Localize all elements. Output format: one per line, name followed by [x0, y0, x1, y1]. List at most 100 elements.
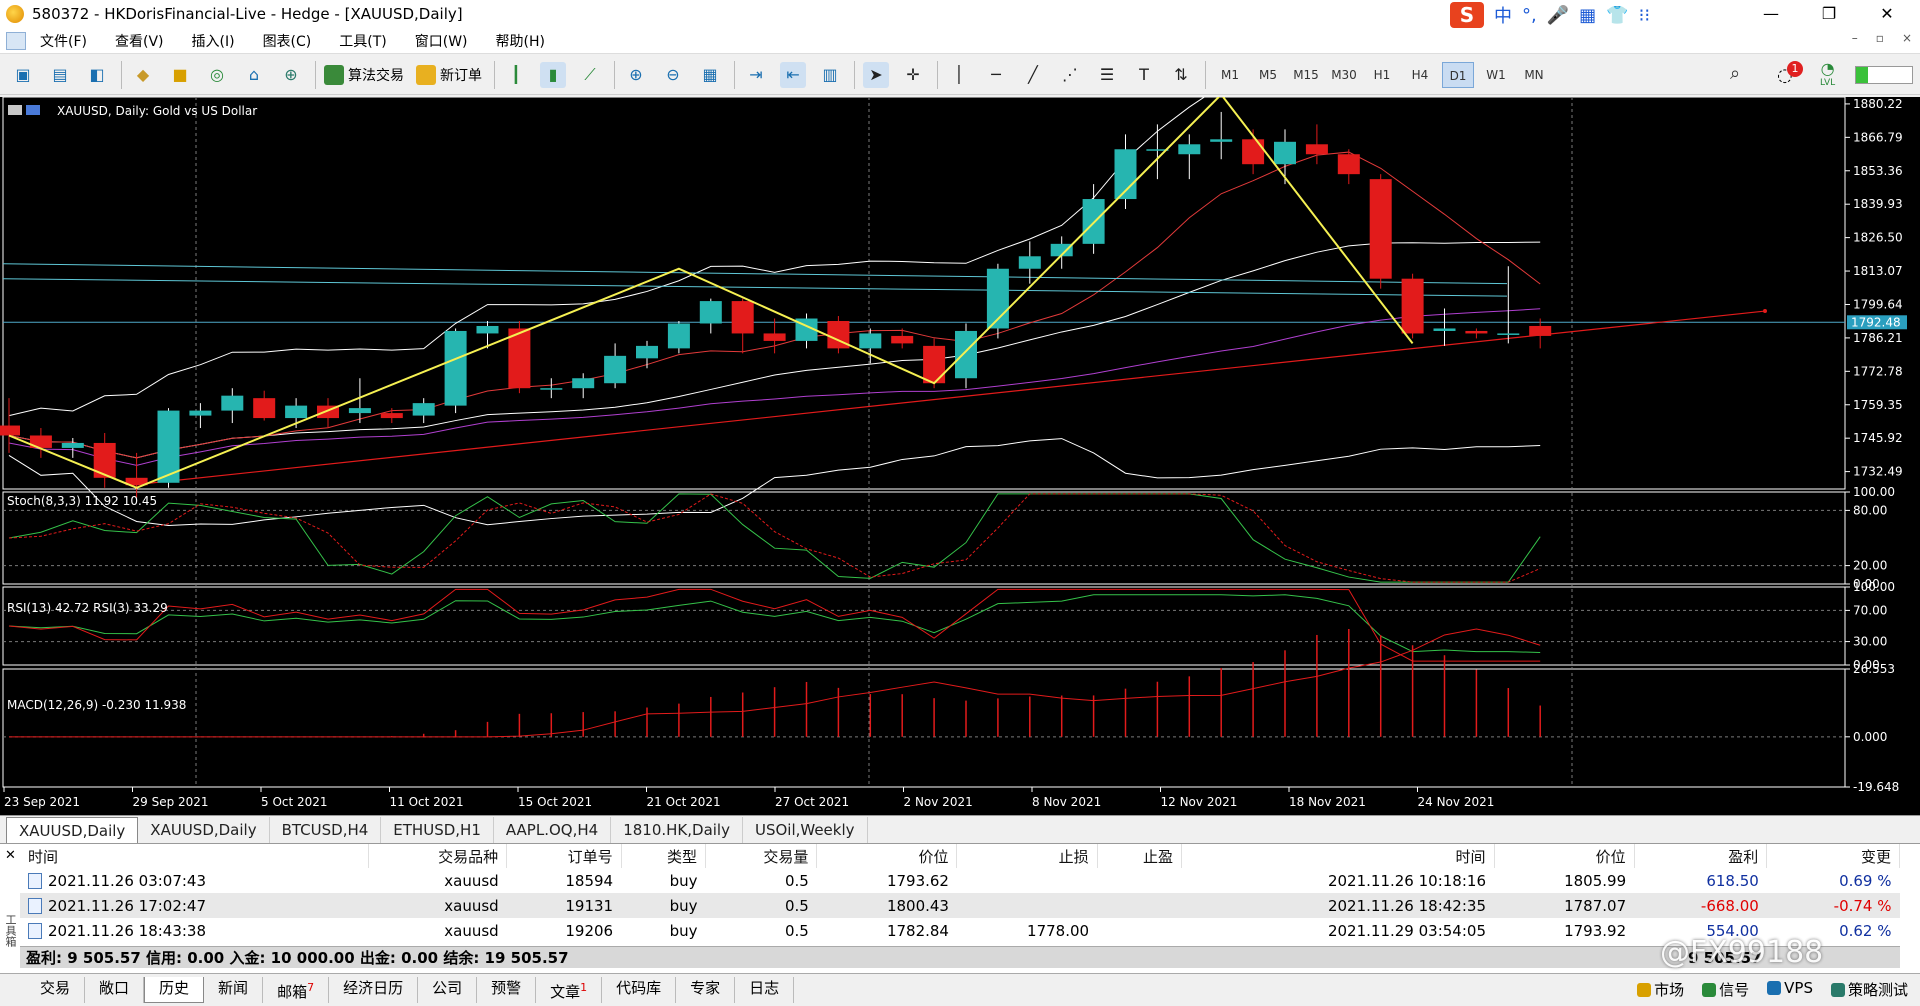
tester-icon[interactable]: ⊕	[278, 62, 304, 88]
algo-trading-button[interactable]: 算法交易	[324, 64, 404, 85]
column-header[interactable]: 止损	[956, 844, 1098, 868]
timeframe-h4[interactable]: H4	[1404, 62, 1436, 88]
column-header[interactable]: 订单号	[506, 844, 622, 868]
line-chart-icon[interactable]: ⟋	[577, 62, 603, 88]
menu-view[interactable]: 查看(V)	[115, 31, 164, 51]
timeframe-m15[interactable]: M15	[1290, 62, 1322, 88]
column-header[interactable]: 盈利	[1634, 844, 1768, 868]
fibonacci-icon[interactable]: ☰	[1094, 62, 1120, 88]
signals-button[interactable]: 信号	[1702, 979, 1749, 1000]
data-window-icon[interactable]: ◆	[130, 62, 156, 88]
horizontal-line-icon[interactable]: ─	[983, 62, 1009, 88]
chart-tab[interactable]: XAUUSD,Daily	[6, 817, 139, 843]
price-chart[interactable]: 1880.22 1866.79 1853.36 1839.93 1826.50 1813.…	[0, 97, 1920, 815]
column-header[interactable]: 类型	[621, 844, 707, 868]
column-header[interactable]: 变更	[1766, 844, 1900, 868]
bar-chart-icon[interactable]: ┃	[503, 62, 529, 88]
ime-toolbar[interactable]: S 中 °, 🎤 ▦ 👕 ⁝⁝	[1450, 2, 1650, 28]
strategy-tester-button[interactable]: 策略测试	[1830, 979, 1908, 1000]
toolbox-tab[interactable]: 敞口	[85, 977, 145, 1003]
timeframe-w1[interactable]: W1	[1480, 62, 1512, 88]
timeframe-mn[interactable]: MN	[1518, 62, 1550, 88]
chart-tab[interactable]: 1810.HK,Daily	[611, 817, 743, 843]
market-button[interactable]: 市场	[1637, 979, 1684, 1000]
column-header[interactable]: 时间	[20, 844, 369, 868]
autoscroll-icon[interactable]: ⇤	[780, 61, 806, 88]
restore-button[interactable]: ❐	[1806, 0, 1852, 28]
search-icon[interactable]: ⌕	[1730, 63, 1740, 84]
mdi-restore-button[interactable]: ▫	[1876, 31, 1884, 45]
column-header[interactable]: 止盈	[1097, 844, 1183, 868]
timeframe-h1[interactable]: H1	[1366, 62, 1398, 88]
chart-tab[interactable]: BTCUSD,H4	[270, 817, 382, 843]
ime-item[interactable]: °,	[1522, 5, 1537, 26]
timeframe-m1[interactable]: M1	[1214, 62, 1246, 88]
column-header[interactable]: 交易量	[705, 844, 818, 868]
ime-item[interactable]: 中	[1494, 2, 1512, 28]
timeframe-m30[interactable]: M30	[1328, 62, 1360, 88]
table-row[interactable]: 2021.11.26 17:02:47 xauusd 19131 buy 0.5 1800…	[20, 893, 1900, 918]
toolbox-tab[interactable]: 新闻	[204, 977, 264, 1003]
menu-file[interactable]: 文件(F)	[40, 31, 87, 51]
chart-tab[interactable]: XAUUSD,Daily	[138, 817, 270, 843]
ime-mic-icon[interactable]: 🎤	[1547, 5, 1569, 26]
trend-line-icon[interactable]: ╱	[1020, 62, 1046, 88]
table-row[interactable]: 2021.11.26 18:43:38 xauusd 19206 buy 0.5 1782…	[20, 918, 1900, 943]
toolbox-tab[interactable]: 文章1	[536, 977, 603, 1003]
new-chart-icon[interactable]: ▣	[10, 62, 36, 88]
text-icon[interactable]: T	[1131, 62, 1157, 88]
chart-menu-icon[interactable]	[8, 105, 22, 115]
ime-skin-icon[interactable]: 👕	[1606, 5, 1628, 26]
toolbox-tab[interactable]: 日志	[735, 977, 795, 1003]
signals-icon[interactable]: ◎	[204, 62, 230, 88]
mdi-close-button[interactable]: ×	[1902, 31, 1912, 45]
close-button[interactable]: ✕	[1864, 0, 1910, 28]
new-order-button[interactable]: 新订单	[416, 64, 482, 85]
channel-icon[interactable]: ⋰	[1057, 62, 1083, 88]
vps-icon[interactable]: ⌂	[241, 62, 267, 88]
crosshair-icon[interactable]: ✛	[900, 62, 926, 88]
toolbox-tab[interactable]: 交易	[26, 977, 86, 1003]
minimize-button[interactable]: —	[1748, 0, 1794, 28]
menu-charts[interactable]: 图表(C)	[263, 31, 312, 51]
menu-window[interactable]: 窗口(W)	[415, 31, 468, 51]
column-header[interactable]: 价位	[816, 844, 958, 868]
navigator-icon[interactable]: ■	[167, 62, 193, 88]
column-header[interactable]: 价位	[1494, 844, 1635, 868]
chart-window-icon[interactable]	[6, 31, 26, 50]
tile-windows-icon[interactable]: ▦	[697, 62, 723, 88]
toolbox-tab[interactable]: 代码库	[602, 977, 677, 1003]
timeframe-d1[interactable]: D1	[1442, 61, 1474, 88]
menu-tools[interactable]: 工具(T)	[339, 31, 386, 51]
toolbox-tab[interactable]: 公司	[418, 977, 478, 1003]
toolbox-tab[interactable]: 历史	[144, 977, 205, 1003]
chart-area[interactable]: 1880.22 1866.79 1853.36 1839.93 1826.50 1813.…	[0, 97, 1920, 815]
lvl-button[interactable]: ◔ LVL	[1820, 59, 1835, 88]
toolbox-tab[interactable]: 专家	[676, 977, 736, 1003]
chart-shift-icon[interactable]: ⇥	[743, 62, 769, 88]
toolbox-tab[interactable]: 邮箱7	[263, 977, 330, 1003]
candlestick-icon[interactable]: ▮	[540, 61, 566, 88]
column-header[interactable]: 交易品种	[368, 844, 508, 868]
ime-more-icon[interactable]: ⁝⁝	[1639, 5, 1650, 26]
templates-icon[interactable]: ▥	[817, 62, 843, 88]
vps-button[interactable]: VPS	[1767, 979, 1813, 1000]
chart-tab[interactable]: ETHUSD,H1	[381, 817, 494, 843]
cursor-icon[interactable]: ➤	[863, 61, 889, 88]
chart-tab[interactable]: USOil,Weekly	[743, 817, 868, 843]
menu-help[interactable]: 帮助(H)	[496, 31, 545, 51]
vertical-line-icon[interactable]: │	[946, 62, 972, 88]
toolbox-tab[interactable]: 经济日历	[329, 977, 419, 1003]
profiles-icon[interactable]: ▤	[47, 62, 73, 88]
zoom-in-icon[interactable]: ⊕	[623, 62, 649, 88]
ime-logo-icon[interactable]: S	[1450, 2, 1484, 28]
zoom-out-icon[interactable]: ⊖	[660, 62, 686, 88]
toolbox-tab[interactable]: 预警	[477, 977, 537, 1003]
market-watch-icon[interactable]: ◧	[84, 62, 110, 88]
column-header[interactable]: 时间	[1181, 844, 1495, 868]
arrows-icon[interactable]: ⇅	[1168, 62, 1194, 88]
menu-insert[interactable]: 插入(I)	[192, 31, 235, 51]
mdi-minimize-button[interactable]: –	[1852, 31, 1858, 45]
timeframe-m5[interactable]: M5	[1252, 62, 1284, 88]
alerts-button[interactable]: ◌ 1	[1777, 61, 1803, 87]
